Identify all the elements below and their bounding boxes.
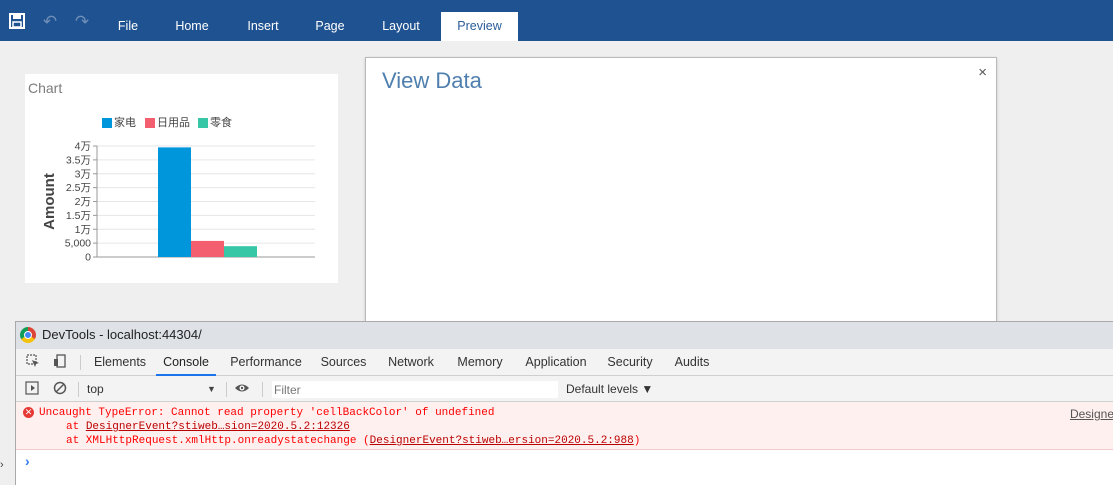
tab-memory[interactable]: Memory xyxy=(450,349,510,376)
tab-file[interactable]: File xyxy=(106,12,150,41)
legend-label: 家电 xyxy=(114,117,136,129)
undo-icon[interactable]: ↶ xyxy=(41,13,59,31)
legend-label: 日用品 xyxy=(157,117,190,129)
inspect-element-icon[interactable] xyxy=(25,354,41,370)
devtools-panel: DevTools - localhost:44304/ Elements Con… xyxy=(15,321,1113,485)
stack-prefix: at xyxy=(66,421,86,433)
chrome-logo-icon xyxy=(20,327,36,343)
ribbon-bar: ↶ ↷ File Home Insert Page Layout Preview xyxy=(0,0,1113,41)
error-icon: ✕ xyxy=(23,407,34,418)
tab-home[interactable]: Home xyxy=(167,12,217,41)
sidebar-toggle-icon[interactable] xyxy=(24,381,40,397)
view-data-dialog: View Data × xyxy=(365,57,997,327)
chart-title: Chart xyxy=(28,80,63,96)
tab-sources[interactable]: Sources xyxy=(316,349,371,376)
log-levels-dropdown[interactable]: Default levels ▼ xyxy=(566,380,653,398)
redo-icon[interactable]: ↷ xyxy=(73,13,91,31)
y-tick-label: 3万 xyxy=(75,168,91,180)
error-source-link[interactable]: Designe xyxy=(1070,407,1113,421)
dialog-title: View Data xyxy=(382,68,482,93)
tab-elements[interactable]: Elements xyxy=(89,349,151,376)
context-select[interactable]: top xyxy=(87,380,219,398)
tab-security[interactable]: Security xyxy=(602,349,658,376)
legend-swatch xyxy=(145,118,155,128)
y-axis-label: Amount xyxy=(41,173,58,230)
chevron-right-icon: › xyxy=(0,459,4,471)
console-prompt[interactable]: › xyxy=(25,453,30,469)
y-tick-label: 1.5万 xyxy=(66,210,91,222)
stack-link[interactable]: DesignerEvent?stiweb…sion=2020.5.2:12326 xyxy=(86,421,350,433)
toolbar-divider xyxy=(226,382,227,397)
devtools-titlebar: DevTools - localhost:44304/ xyxy=(16,322,1113,349)
legend-label: 零食 xyxy=(210,117,232,129)
chevron-down-icon[interactable]: ▼ xyxy=(207,380,216,398)
devtools-tabbar: Elements Console Performance Sources Net… xyxy=(16,349,1113,376)
error-text: Uncaught TypeError: Cannot read property… xyxy=(39,407,495,419)
y-tick-label: 1万 xyxy=(75,224,91,236)
stack-prefix: at XMLHttpRequest.xmlHttp.onreadystatech… xyxy=(66,435,370,447)
y-tick-label: 5,000 xyxy=(65,238,91,250)
bar-3 xyxy=(224,246,257,257)
console-toolbar: top ▼ Default levels ▼ xyxy=(16,376,1113,402)
stack-suffix: ) xyxy=(633,435,641,447)
tab-audits[interactable]: Audits xyxy=(667,349,717,376)
y-tick-label: 2.5万 xyxy=(66,182,91,194)
tab-insert[interactable]: Insert xyxy=(236,12,290,41)
stack-trace-line: at DesignerEvent?stiweb…sion=2020.5.2:12… xyxy=(66,421,350,433)
toolbar-divider xyxy=(80,355,81,370)
legend-swatch xyxy=(198,118,208,128)
bar-1 xyxy=(158,147,191,257)
clear-console-icon[interactable] xyxy=(52,381,68,397)
app-window: ↶ ↷ File Home Insert Page Layout Preview… xyxy=(0,0,1113,485)
console-error-message: ✕ Uncaught TypeError: Cannot read proper… xyxy=(16,402,1113,450)
bar-chart: 0 5,000 1万 1.5万 2万 2.5万 3万 3.5万4万 Amount xyxy=(41,141,315,264)
filter-input[interactable] xyxy=(272,381,558,398)
tab-layout[interactable]: Layout xyxy=(372,12,430,41)
legend-swatch xyxy=(102,118,112,128)
close-icon[interactable]: × xyxy=(978,64,987,81)
eye-icon[interactable] xyxy=(234,381,250,397)
save-icon[interactable] xyxy=(8,13,26,31)
tab-page[interactable]: Page xyxy=(307,12,353,41)
tab-application[interactable]: Application xyxy=(518,349,594,376)
tab-network[interactable]: Network xyxy=(380,349,442,376)
bar-2 xyxy=(191,240,224,257)
chart-card: 0 5,000 1万 1.5万 2万 2.5万 3万 3.5万 4万 Amount Chart 家… xyxy=(25,74,338,283)
device-toolbar-icon[interactable] xyxy=(52,354,68,370)
stack-link[interactable]: DesignerEvent?stiweb…ersion=2020.5.2:988 xyxy=(370,435,634,447)
stack-trace-line: at XMLHttpRequest.xmlHttp.onreadystatech… xyxy=(66,435,640,447)
tab-console[interactable]: Console xyxy=(156,349,216,376)
toolbar-divider xyxy=(78,382,79,397)
tab-performance[interactable]: Performance xyxy=(224,349,308,376)
y-tick-label: 4万 xyxy=(75,141,91,153)
y-tick-label: 2万 xyxy=(75,196,91,208)
toolbar-divider xyxy=(262,382,263,397)
devtools-title: DevTools - localhost:44304/ xyxy=(42,327,202,342)
y-tick-label: 0 xyxy=(85,252,91,264)
tab-preview[interactable]: Preview xyxy=(441,12,518,41)
y-tick-label: 3.5万 xyxy=(66,154,91,166)
